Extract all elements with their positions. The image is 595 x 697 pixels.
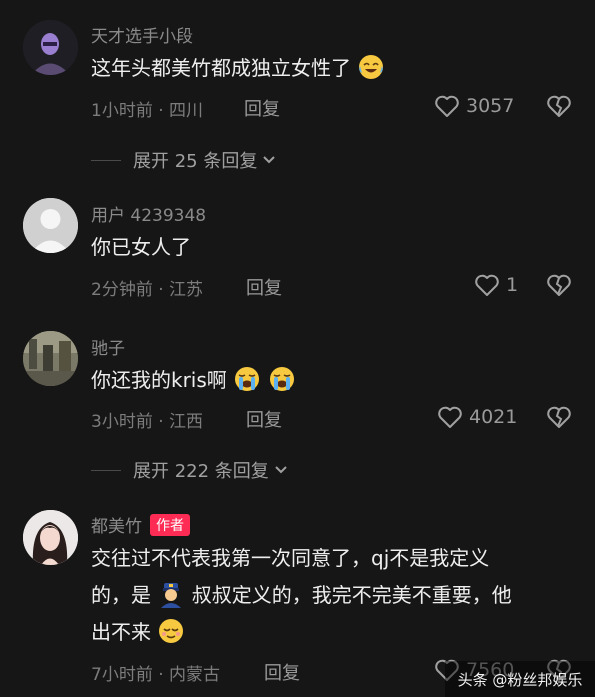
comment-username[interactable]: 用户 4239348: [91, 201, 206, 226]
avatar[interactable]: [23, 510, 78, 565]
comment-username[interactable]: 天才选手小段: [91, 22, 193, 47]
comment-username[interactable]: 都美竹 作者: [91, 512, 190, 537]
comment-text-line: 交往过不代表我第一次同意了，qj不是我定义: [91, 546, 490, 570]
broken-heart-icon: [547, 274, 571, 296]
avatar[interactable]: [23, 20, 78, 75]
heart-icon: [475, 274, 499, 296]
like-count: 4021: [469, 406, 518, 428]
comment-text: 你还我的kris啊: [91, 362, 296, 399]
comment-text: 你已女人了: [91, 235, 191, 259]
watermark: 头条 @粉丝邦娱乐: [445, 661, 595, 697]
heart-icon: [438, 406, 462, 428]
comment-meta: 1小时前 · 四川: [91, 101, 204, 121]
comment-text-content: 你还我的kris啊: [91, 368, 227, 392]
loudly-crying-emoji: [235, 367, 260, 391]
expand-replies-label: 展开 25 条回复: [133, 151, 258, 172]
avatar[interactable]: [23, 331, 78, 386]
dislike-button[interactable]: [546, 94, 572, 122]
comment-text-segment: 的，是: [91, 583, 151, 607]
comment-text-line: 出不来: [91, 614, 512, 651]
like-button[interactable]: 3057: [434, 94, 514, 118]
comment-text-segment: 叔叔定义的，我完不完美不重要，他: [191, 583, 512, 607]
author-badge: 作者: [150, 514, 190, 536]
expand-replies-button[interactable]: 展开 25 条回复: [91, 147, 277, 173]
comment-text-segment: 出不来: [91, 620, 151, 644]
chevron-down-icon: [263, 156, 276, 164]
reply-button[interactable]: 回复: [264, 659, 300, 685]
like-button[interactable]: 4021: [437, 405, 517, 429]
dislike-button[interactable]: [546, 405, 572, 433]
broken-heart-icon: [547, 406, 571, 428]
reply-button[interactable]: 回复: [246, 274, 282, 300]
reply-button[interactable]: 回复: [246, 406, 282, 432]
crying-laughing-emoji: [359, 55, 384, 79]
expand-replies-button[interactable]: 展开 222 条回复: [91, 457, 289, 483]
like-button[interactable]: 1: [474, 273, 518, 297]
comment-meta: 3小时前 · 江西: [91, 412, 204, 432]
divider-line: [91, 469, 121, 471]
broken-heart-icon: [547, 95, 571, 117]
comment-text-content: 这年头都美竹都成独立女性了: [91, 56, 351, 80]
relieved-face-emoji: [159, 619, 184, 643]
comment-text-line: 的，是 叔叔定义的，我完不完美不重要，他: [91, 577, 512, 614]
heart-icon: [435, 95, 459, 117]
comment-meta: 2分钟前 · 江苏: [91, 280, 204, 300]
comment-text: 这年头都美竹都成独立女性了: [91, 50, 385, 87]
chevron-down-icon: [275, 466, 287, 474]
like-count: 3057: [466, 95, 515, 117]
comment-username[interactable]: 驰子: [91, 334, 125, 359]
avatar[interactable]: [23, 198, 78, 253]
police-officer-emoji: [161, 583, 182, 608]
author-name: 都美竹: [91, 517, 142, 537]
comment-meta: 7小时前 · 内蒙古: [91, 665, 221, 685]
reply-button[interactable]: 回复: [244, 95, 280, 121]
like-count: 1: [506, 274, 519, 296]
divider-line: [91, 159, 121, 161]
comment-text: 交往过不代表我第一次同意了，qj不是我定义 的，是 叔叔定义的，我完不完美不重要…: [91, 540, 512, 651]
expand-replies-label: 展开 222 条回复: [133, 461, 269, 482]
loudly-crying-emoji: [269, 367, 294, 391]
dislike-button[interactable]: [546, 273, 572, 301]
